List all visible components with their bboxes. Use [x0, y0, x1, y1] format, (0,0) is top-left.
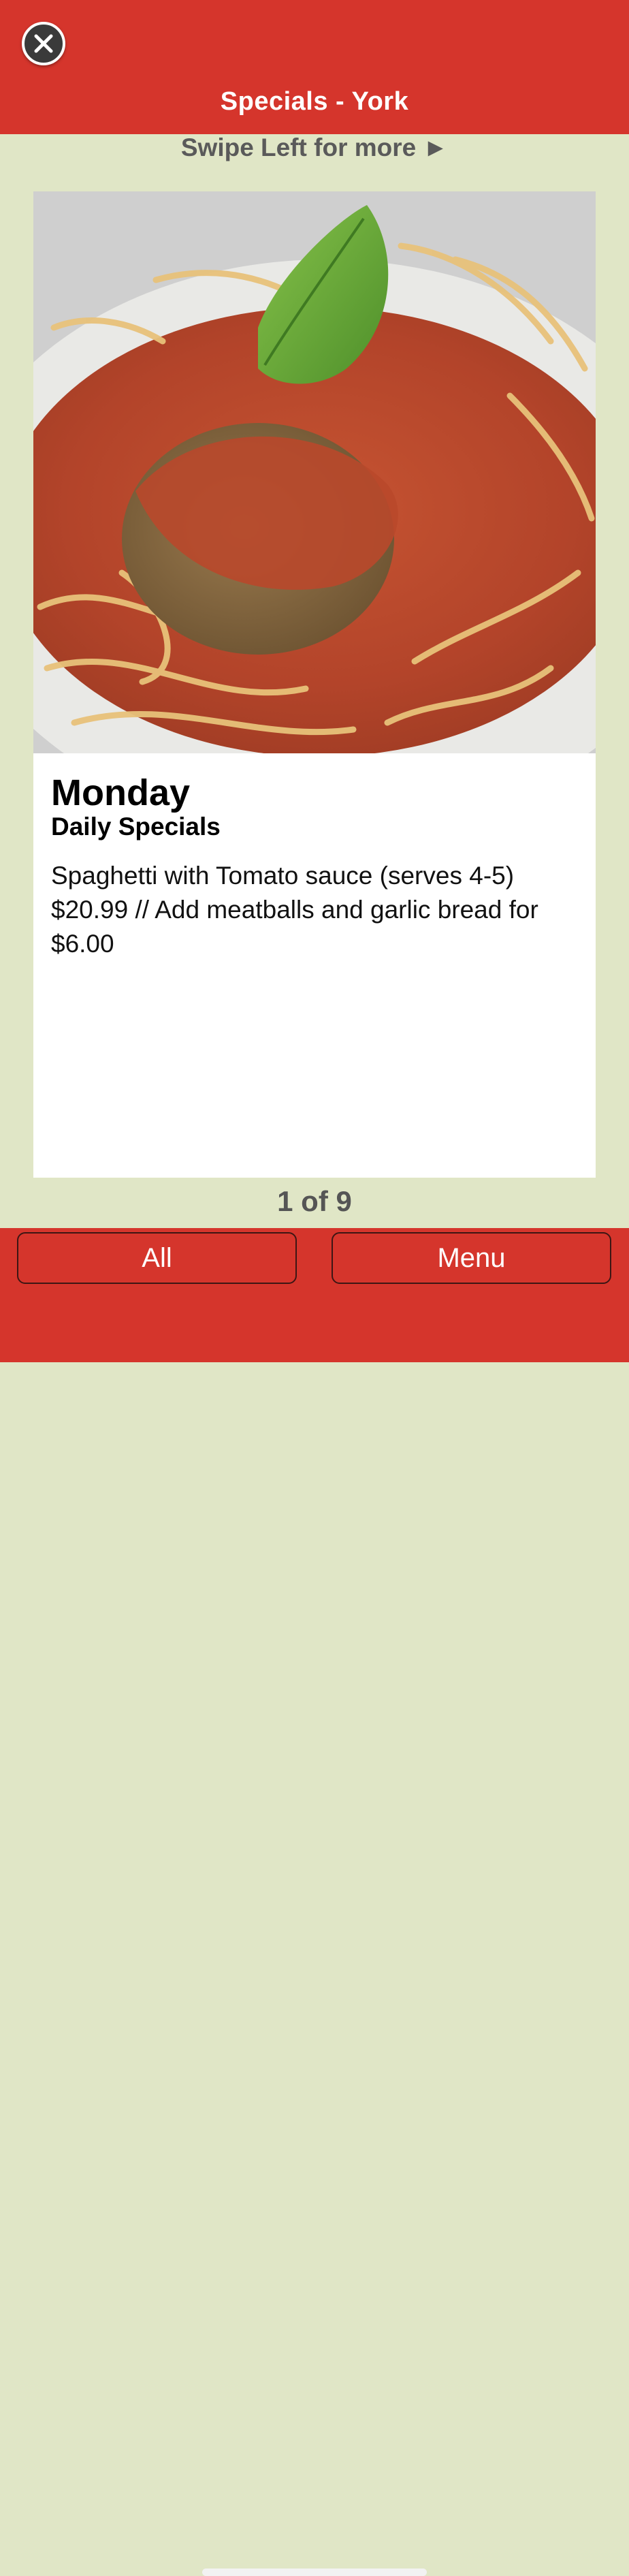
swipe-hint: Swipe Left for more ► [180, 133, 449, 161]
special-day-title: Monday [51, 772, 191, 813]
menu-button[interactable]: Menu [332, 1232, 611, 1284]
close-button[interactable] [22, 22, 65, 65]
special-photo [33, 191, 596, 753]
special-subtitle: Daily Specials [51, 813, 221, 841]
home-indicator[interactable] [202, 2569, 427, 2576]
all-button[interactable]: All [17, 1232, 297, 1284]
page-title: Specials - York [220, 87, 409, 116]
spaghetti-meatball-photo [33, 191, 596, 753]
special-description: Spaghetti with Tomato sauce (serves 4-5)… [51, 862, 538, 958]
footer-bar: All Menu [0, 1228, 629, 2576]
special-card[interactable]: Monday Daily Specials Spaghetti with Tom… [33, 191, 596, 1178]
header-bar: Specials - York [0, 0, 629, 134]
page-indicator: 1 of 9 [277, 1185, 352, 1217]
close-icon [34, 34, 53, 53]
